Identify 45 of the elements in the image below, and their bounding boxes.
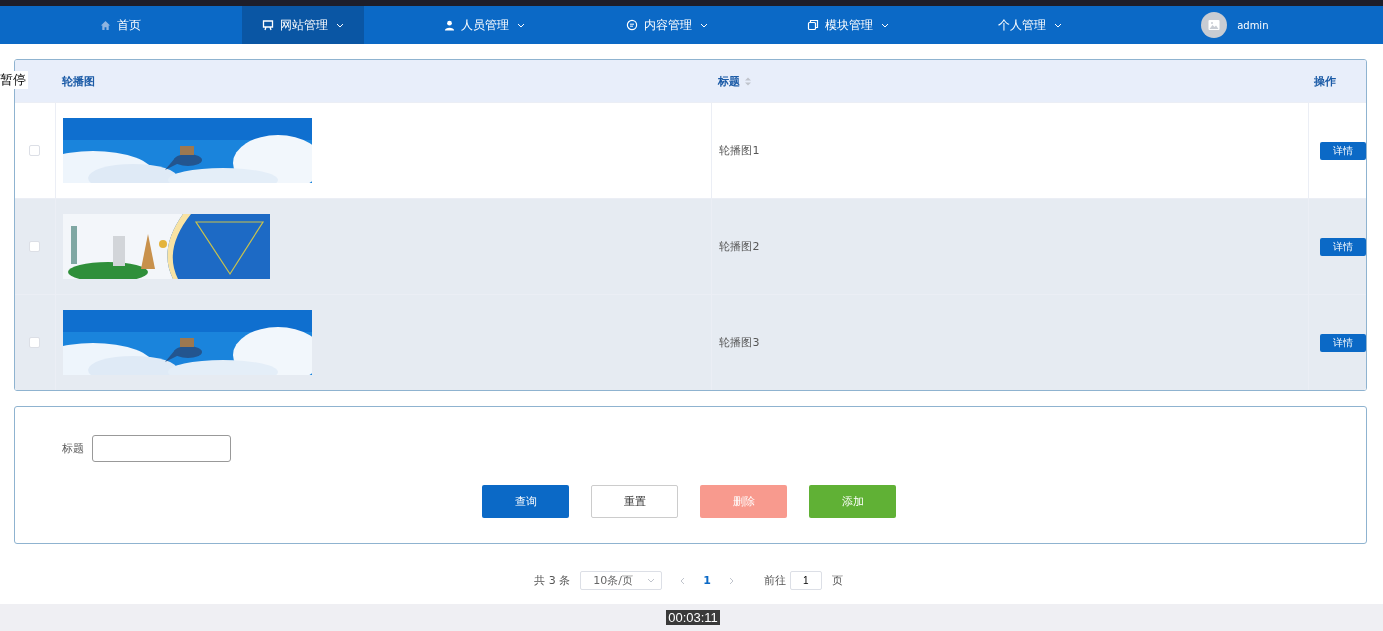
user-name: admin [1237, 19, 1269, 31]
goto-page-field[interactable]: 1 [789, 571, 822, 590]
total-count: 共 3 条 [534, 573, 571, 588]
nav-menu-item[interactable]: 个人管理 [978, 6, 1083, 44]
query-button[interactable]: 查询 [482, 485, 569, 518]
sort-icon[interactable] [745, 76, 751, 86]
pause-status-label: 暂停 [0, 71, 28, 89]
caret-icon [335, 22, 344, 28]
next-page-icon[interactable] [728, 576, 734, 585]
column-header[interactable]: 标题 [718, 73, 751, 89]
table-cell: 轮播图2 [712, 199, 1309, 294]
chevron-down-icon [647, 578, 656, 583]
nav-menu-item[interactable]: 人员管理 [424, 6, 546, 44]
caret-icon [699, 22, 708, 28]
reset-button[interactable]: 重置 [591, 485, 678, 518]
caret-icon [881, 22, 890, 28]
goto-label: 前往 [763, 573, 786, 588]
caret-icon [517, 22, 526, 28]
row-checkbox[interactable] [29, 337, 41, 348]
page-number[interactable]: 1 [703, 574, 711, 587]
nav-menu-item[interactable]: 网站管理 [241, 6, 364, 44]
monitor-icon [261, 19, 274, 31]
nav-menu-item[interactable]: 内容管理 [605, 6, 728, 44]
previous-page-icon[interactable] [680, 576, 686, 585]
video-timestamp: 00:03:11 [666, 610, 720, 625]
home-icon [100, 19, 112, 31]
detail-button[interactable]: 详情 [1320, 141, 1366, 160]
avatar-icon[interactable] [1201, 12, 1228, 38]
title-input-field[interactable] [92, 435, 231, 462]
detail-button[interactable]: 详情 [1320, 333, 1366, 352]
caret-icon [1054, 22, 1063, 28]
user-icon [444, 19, 456, 31]
row-checkbox[interactable] [29, 241, 41, 252]
table-cell: 轮播图3 [712, 295, 1309, 390]
nav-menu-item[interactable]: 模块管理 [787, 6, 910, 44]
copy-icon [807, 19, 820, 31]
chat-icon [625, 19, 638, 31]
page-size-select[interactable]: 10条/页 [580, 571, 663, 590]
row-checkbox[interactable] [29, 145, 41, 156]
column-header: 轮播图 [62, 73, 95, 89]
page-suffix: 页 [831, 573, 843, 588]
detail-button[interactable]: 详情 [1320, 237, 1366, 256]
field-label: 标题 [62, 441, 84, 456]
nav-menu-item[interactable]: 首页 [80, 6, 162, 44]
column-header: 操作 [1314, 73, 1336, 89]
